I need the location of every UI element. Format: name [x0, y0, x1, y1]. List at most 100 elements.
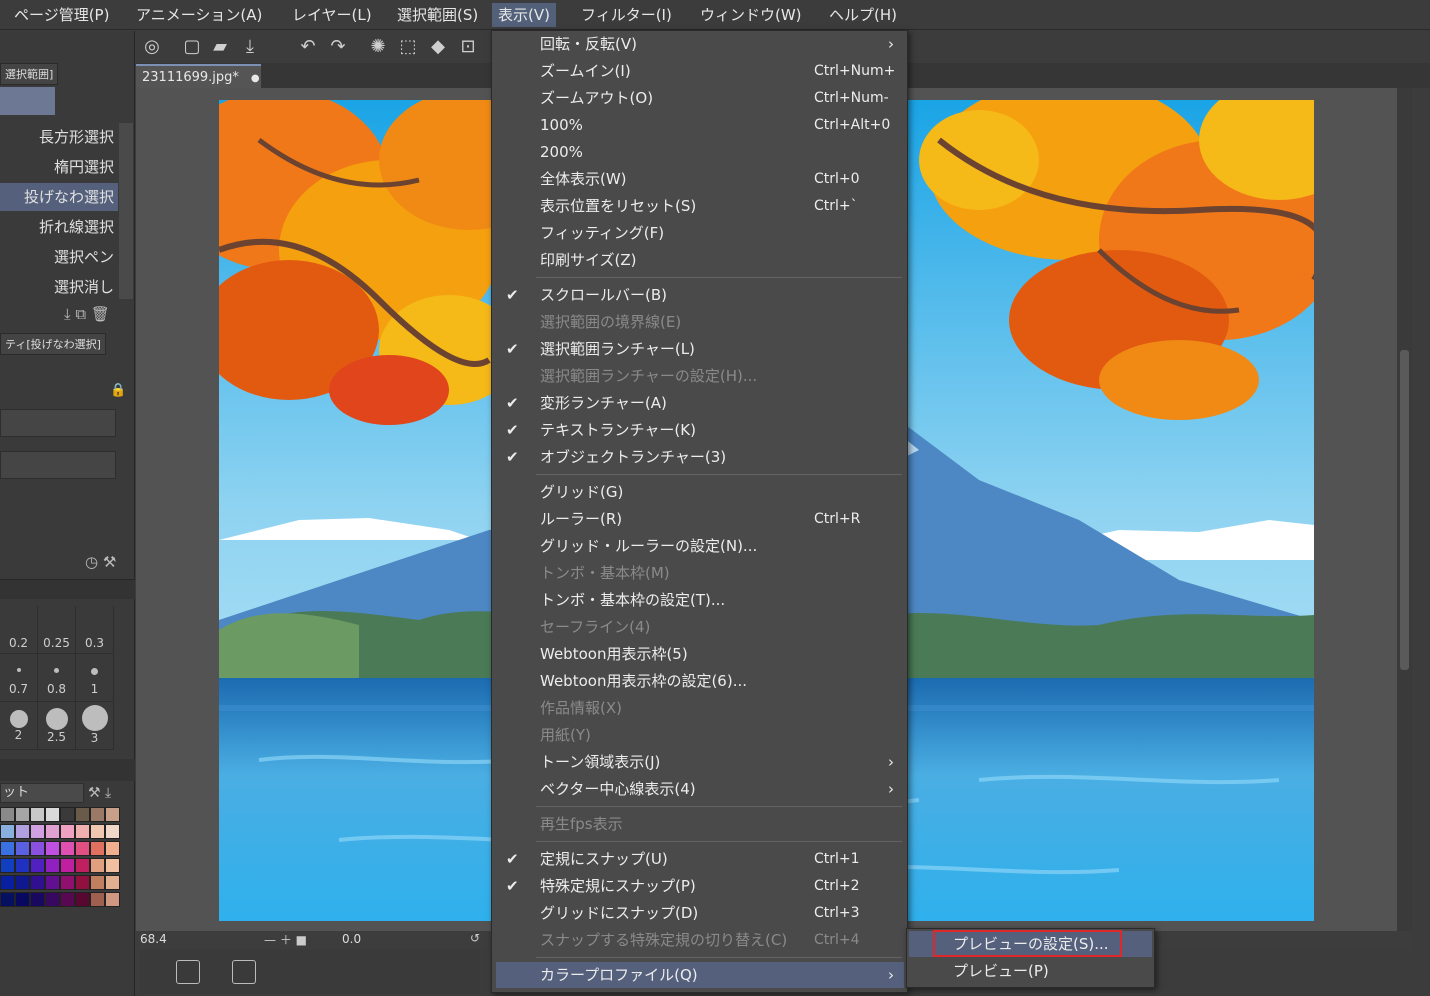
menu-layer[interactable]: レイヤー(L) [286, 3, 378, 27]
vertical-scroll-thumb[interactable] [1400, 350, 1409, 670]
view-menu-item[interactable]: トンボ・基本枠の設定(T)... [496, 587, 904, 613]
menu-animation[interactable]: アニメーション(A) [130, 3, 268, 27]
color-swatch[interactable] [75, 807, 90, 822]
color-swatch[interactable] [30, 807, 45, 822]
color-swatch[interactable] [105, 841, 120, 856]
view-menu-item[interactable]: ベクター中心線表示(4) › [496, 776, 904, 802]
color-swatch[interactable] [105, 807, 120, 822]
brush-size-cell[interactable]: 0.7 [0, 654, 38, 702]
color-swatch[interactable] [90, 824, 105, 839]
transform-icon[interactable]: ⊡ [456, 35, 480, 59]
vertical-scrollbar[interactable] [1397, 88, 1412, 931]
view-menu-item[interactable]: グリッドにスナップ(D) Ctrl+3 [496, 900, 904, 926]
view-menu-item[interactable]: ✔ 定規にスナップ(U) Ctrl+1 [496, 846, 904, 872]
color-swatch[interactable] [105, 824, 120, 839]
menu-filter[interactable]: フィルター(I) [575, 3, 678, 27]
color-swatch[interactable] [0, 807, 15, 822]
color-swatch[interactable] [75, 824, 90, 839]
angle-readout[interactable]: 0.0 [342, 932, 361, 946]
brush-size-cell[interactable]: 0.8 [38, 654, 76, 702]
selection-mode-buttons[interactable] [0, 409, 116, 437]
color-swatch[interactable] [45, 841, 60, 856]
view-menu-item[interactable]: 表示位置をリセット(S) Ctrl+` [496, 193, 904, 219]
color-swatch[interactable] [0, 841, 15, 856]
view-menu-item[interactable]: カラープロファイル(Q) › [496, 962, 904, 988]
camera-icon[interactable] [232, 960, 256, 984]
view-menu-item[interactable]: フィッティング(F) [496, 220, 904, 246]
color-swatch[interactable] [15, 824, 30, 839]
palette-settings-icon[interactable]: ⚒ ⤓ [88, 785, 111, 801]
subtool-lasso-select[interactable]: 投げなわ選択 [0, 183, 118, 211]
brush-size-cell[interactable]: 0.25 [38, 606, 76, 654]
view-menu-item[interactable]: ルーラー(R) Ctrl+R [496, 506, 904, 532]
open-folder-icon[interactable]: ▰ [208, 35, 232, 59]
preview-item[interactable]: プレビュー(P) [909, 958, 1152, 984]
color-swatch[interactable] [45, 858, 60, 873]
view-menu-item[interactable]: グリッド・ルーラーの設定(N)... [496, 533, 904, 559]
color-swatch[interactable] [60, 892, 75, 907]
menu-window[interactable]: ウィンドウ(W) [694, 3, 808, 27]
color-swatch[interactable] [105, 892, 120, 907]
color-swatch[interactable] [105, 858, 120, 873]
color-swatch[interactable] [15, 892, 30, 907]
subtool-ellipse-select[interactable]: 楕円選択 [0, 153, 118, 181]
view-menu-item[interactable]: 回転・反転(V) › [496, 31, 904, 57]
document-tab[interactable]: 23111699.jpg* ● [136, 64, 261, 88]
color-swatch[interactable] [0, 824, 15, 839]
subtool-selection-eraser[interactable]: 選択消し [0, 273, 118, 301]
color-swatch[interactable] [0, 858, 15, 873]
color-swatch[interactable] [15, 875, 30, 890]
color-swatch[interactable] [60, 841, 75, 856]
color-swatch[interactable] [60, 858, 75, 873]
color-swatch[interactable] [30, 892, 45, 907]
color-swatch[interactable] [90, 875, 105, 890]
view-menu-item[interactable]: ✔ 変形ランチャー(A) [496, 390, 904, 416]
view-menu-item[interactable]: Webtoon用表示枠の設定(6)... [496, 668, 904, 694]
brush-size-cell[interactable]: 2.5 [38, 702, 76, 750]
color-swatch[interactable] [30, 875, 45, 890]
redo-icon[interactable]: ↷ [326, 35, 350, 59]
view-menu-item[interactable]: 200% [496, 139, 904, 165]
color-swatch[interactable] [90, 892, 105, 907]
menu-page[interactable]: ページ管理(P) [8, 3, 115, 27]
brush-size-cell[interactable]: 0.2 [0, 606, 38, 654]
color-swatch[interactable] [45, 892, 60, 907]
palette-set-select[interactable]: ット [0, 783, 84, 803]
color-swatch[interactable] [90, 807, 105, 822]
view-menu-item[interactable]: ズームアウト(O) Ctrl+Num- [496, 85, 904, 111]
color-swatch[interactable] [75, 858, 90, 873]
undo-icon[interactable]: ↶ [296, 35, 320, 59]
color-swatch[interactable] [75, 875, 90, 890]
export-icon[interactable]: ⤓ [238, 35, 262, 59]
color-swatch[interactable] [45, 807, 60, 822]
brush-size-cell[interactable]: 1 [76, 654, 114, 702]
view-menu-item[interactable]: グリッド(G) [496, 479, 904, 505]
brush-size-cell[interactable]: 0.3 [76, 606, 114, 654]
color-swatch[interactable] [75, 892, 90, 907]
view-menu-item[interactable]: ズームイン(I) Ctrl+Num+ [496, 58, 904, 84]
color-swatch[interactable] [45, 875, 60, 890]
color-swatch[interactable] [15, 858, 30, 873]
subtool-group-button[interactable] [0, 87, 55, 115]
brush-size-cell[interactable]: 3 [76, 702, 114, 750]
color-swatch[interactable] [75, 841, 90, 856]
settings-wrench-icon[interactable]: ◷ ⚒ [85, 553, 116, 571]
color-swatch[interactable] [60, 875, 75, 890]
app-logo-icon[interactable]: ◎ [140, 35, 164, 59]
color-swatch[interactable] [30, 824, 45, 839]
view-menu-item[interactable]: 100% Ctrl+Alt+0 [496, 112, 904, 138]
subtool-tab[interactable]: 選択範囲] [0, 63, 59, 85]
view-menu-item[interactable]: ✔ スクロールバー(B) [496, 282, 904, 308]
clear-selection-icon[interactable]: ⬚ [396, 35, 420, 59]
color-swatch[interactable] [90, 841, 105, 856]
color-swatch[interactable] [15, 841, 30, 856]
view-menu-item[interactable]: ✔ オブジェクトランチャー(3) [496, 444, 904, 470]
subtool-rect-select[interactable]: 長方形選択 [0, 123, 118, 151]
zoom-controls[interactable]: — ＋ ■ [264, 931, 307, 948]
brush-size-cell[interactable]: 2 [0, 702, 38, 750]
view-menu-item[interactable]: ✔ 選択範囲ランチャー(L) [496, 336, 904, 362]
color-swatch[interactable] [0, 892, 15, 907]
color-swatch[interactable] [30, 841, 45, 856]
menu-selection[interactable]: 選択範囲(S) [391, 3, 484, 27]
fill-icon[interactable]: ◆ [426, 35, 450, 59]
